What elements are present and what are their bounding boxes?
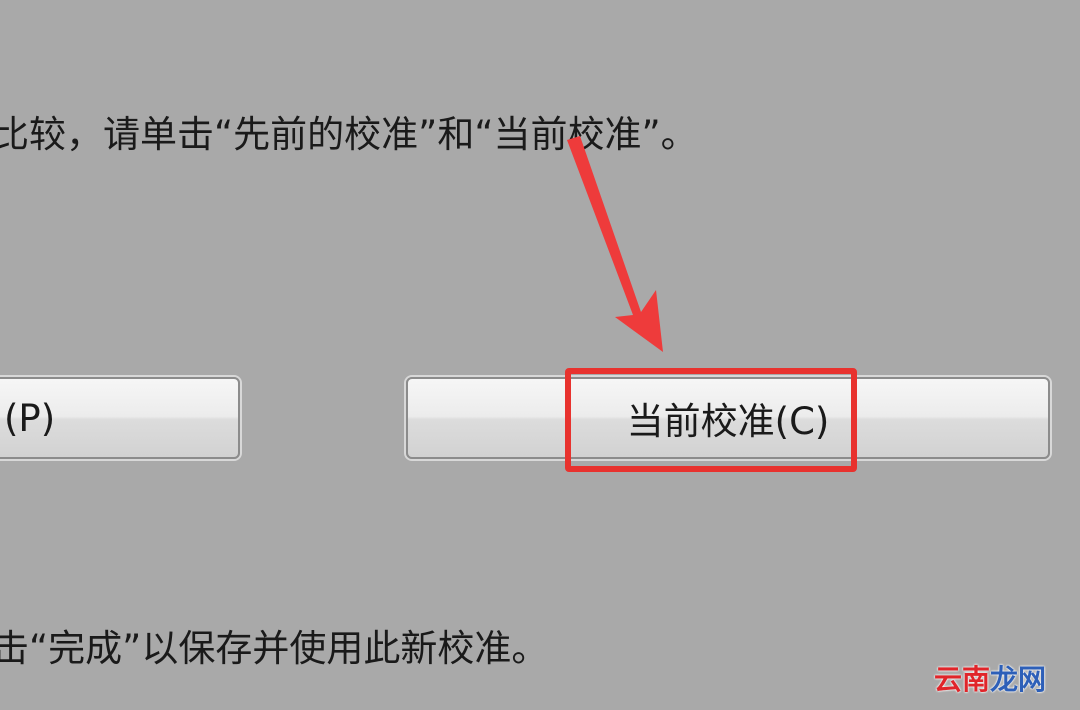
instruction-text-bottom: 击“完成”以保存并使用此新校准。 — [0, 627, 549, 670]
watermark-part1: 云南 — [933, 663, 990, 696]
watermark-part2: 龙网 — [989, 663, 1046, 696]
red-arrow-icon — [567, 136, 663, 352]
watermark-logo: 云南龙网 — [934, 662, 1046, 698]
